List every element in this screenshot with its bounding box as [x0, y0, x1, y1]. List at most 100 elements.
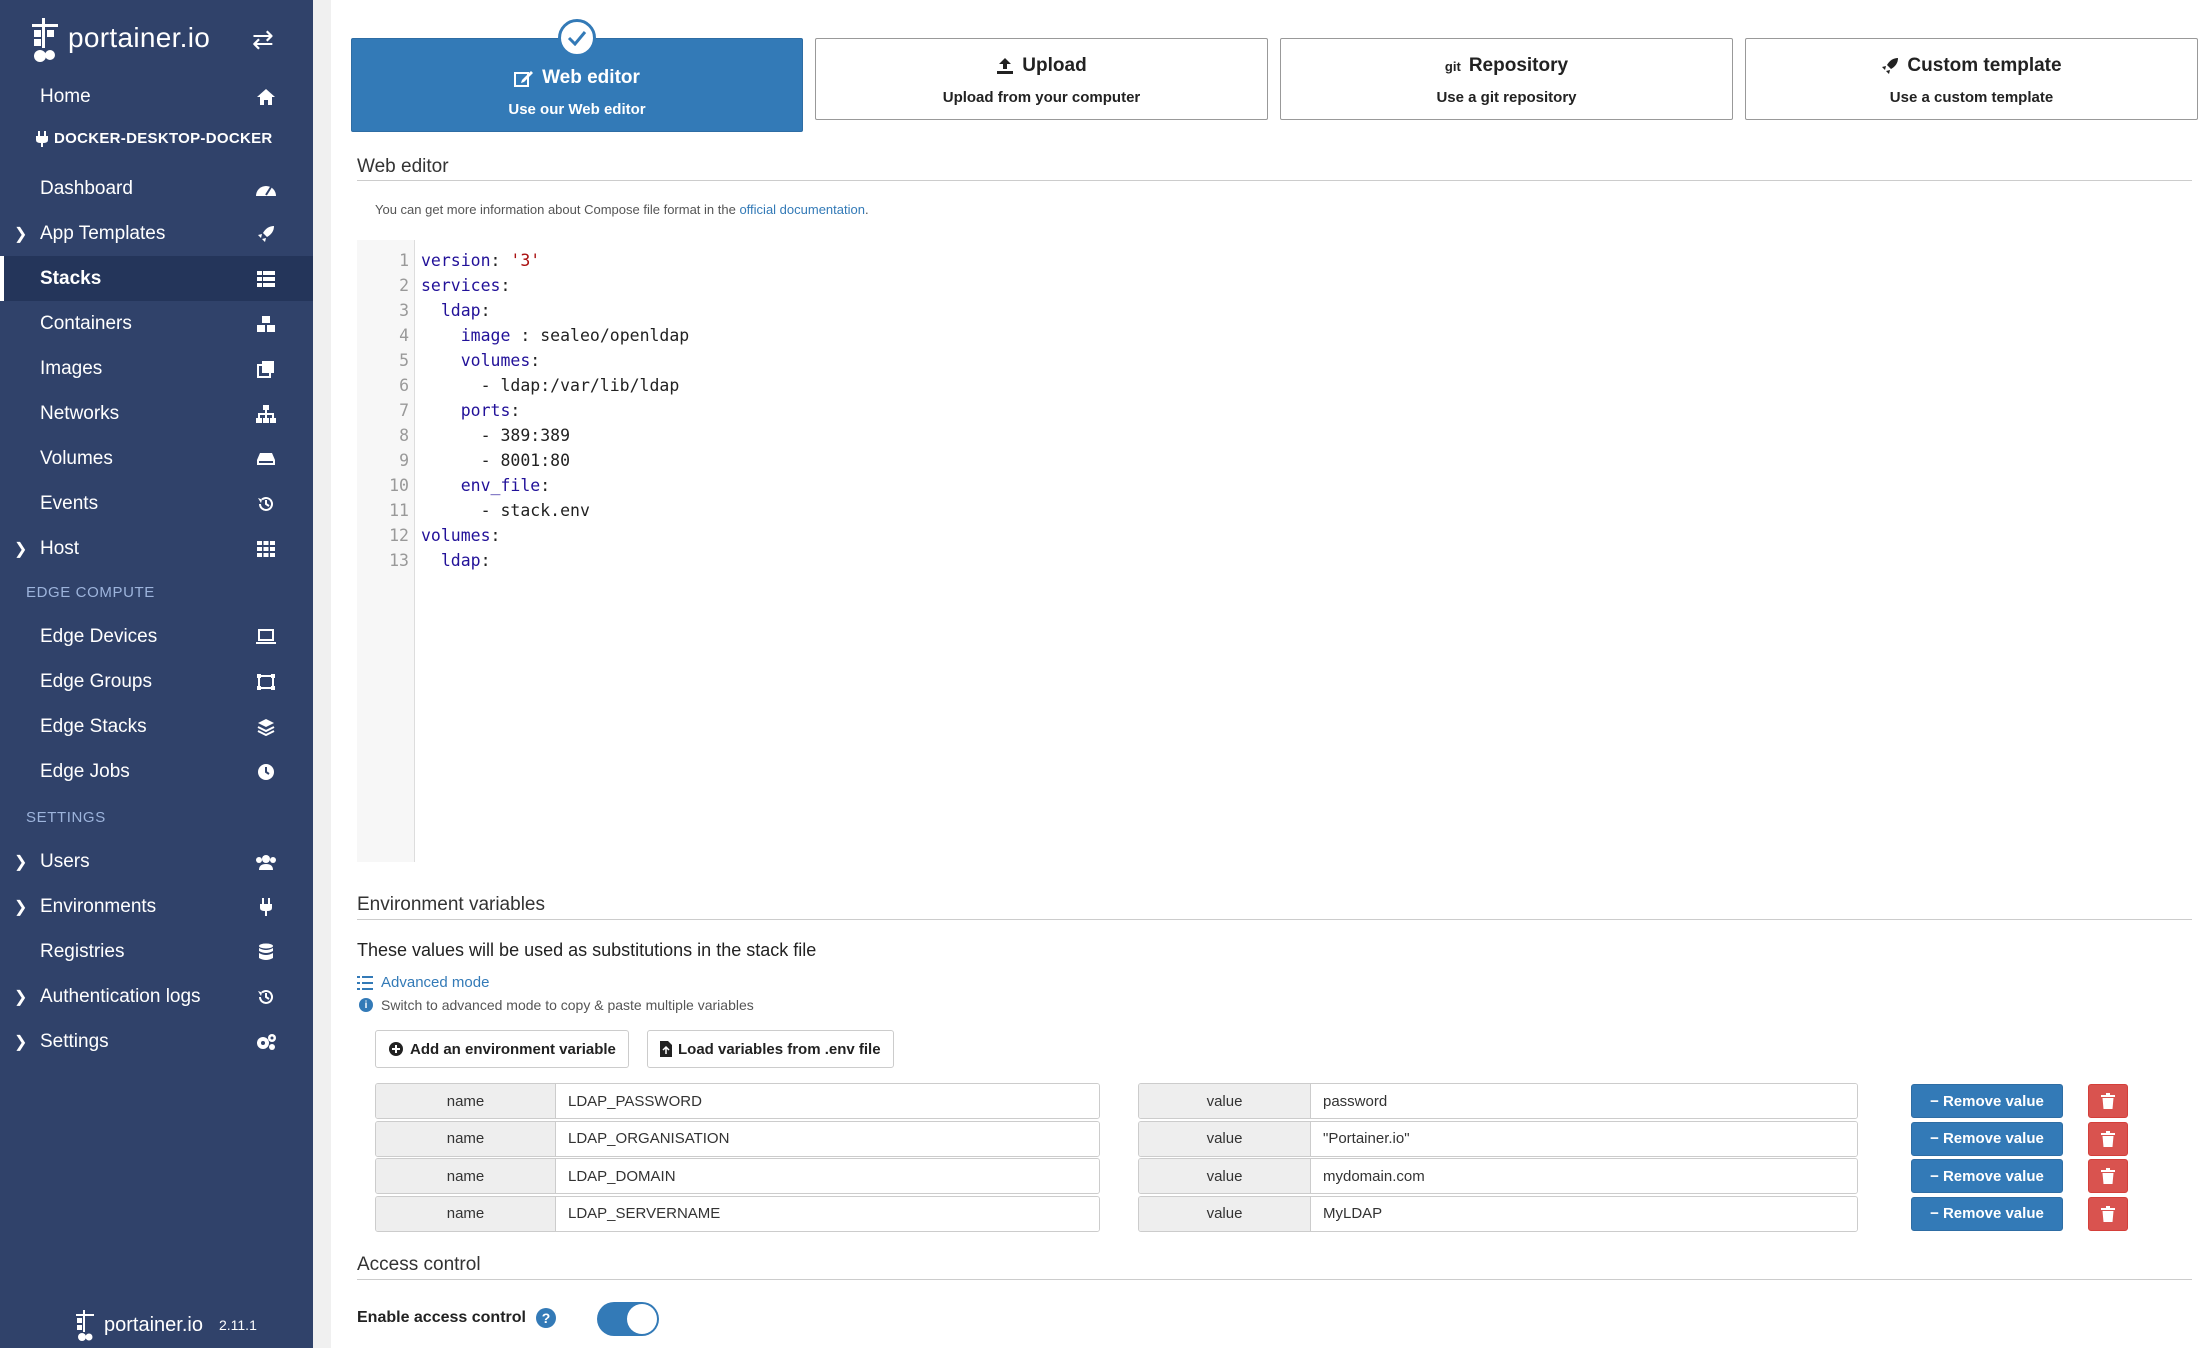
sidebar-item-label: Environments — [40, 895, 157, 917]
object-group-icon — [255, 671, 277, 693]
plug-icon — [36, 130, 48, 147]
divider — [357, 919, 2192, 920]
endpoint-label: DOCKER-DESKTOP-DOCKER — [54, 130, 273, 147]
sidebar-item-settings[interactable]: ❯ Settings — [0, 1019, 313, 1064]
chevron-right-icon: ❯ — [14, 225, 28, 243]
minus-icon: − — [1930, 1205, 1939, 1222]
sidebar-item-label: Edge Jobs — [40, 760, 130, 782]
method-web-editor[interactable]: Web editor Use our Web editor — [351, 19, 803, 132]
env-name-input[interactable]: LDAP_SERVERNAME — [556, 1196, 1099, 1231]
env-value-input[interactable]: password — [1311, 1084, 1857, 1118]
code-text: env_file: — [460, 476, 551, 495]
sidebar-item-edge-stacks[interactable]: Edge Stacks — [0, 704, 313, 749]
code-line: 2 services: — [357, 273, 2157, 298]
env-name-input[interactable]: LDAP_PASSWORD — [556, 1084, 1099, 1118]
value-addon: value — [1139, 1121, 1311, 1156]
access-control-section-title: Access control — [357, 1254, 481, 1275]
line-number: 5 — [399, 351, 409, 370]
method-title: Custom template — [1907, 55, 2062, 76]
method-repository[interactable]: git Repository Use a git repository — [1280, 38, 1733, 120]
sidebar-item-images[interactable]: Images — [0, 346, 313, 391]
code-line: 5 volumes: — [357, 348, 2157, 373]
env-section-title: Environment variables — [357, 894, 545, 915]
method-custom-template[interactable]: Custom template Use a custom template — [1745, 38, 2198, 120]
sidebar-item-registries[interactable]: Registries — [0, 929, 313, 974]
sidebar-item-volumes[interactable]: Volumes — [0, 436, 313, 481]
env-value-group: value mydomain.com — [1138, 1158, 1858, 1194]
env-value-input[interactable]: mydomain.com — [1311, 1159, 1857, 1193]
code-editor[interactable]: 1 version: '3' 2 services: 3 ldap: 4 image : … — [357, 240, 2192, 862]
sidebar-item-networks[interactable]: Networks — [0, 391, 313, 436]
hint-suffix: . — [864, 202, 869, 217]
sidebar-item-edge-jobs[interactable]: Edge Jobs — [0, 749, 313, 794]
th-list-icon — [255, 268, 277, 290]
sidebar-toggle-icon[interactable]: ⇄ — [252, 24, 274, 55]
question-circle-icon[interactable]: ? — [535, 1308, 556, 1328]
portainer-crane-icon — [76, 1310, 94, 1341]
advanced-mode-link[interactable]: Advanced mode — [357, 974, 489, 991]
code-line: 13 ldap: — [357, 548, 2157, 573]
trash-icon — [2101, 1130, 2115, 1147]
chevron-right-icon: ❯ — [14, 898, 28, 916]
sidebar-item-stacks[interactable]: Stacks — [0, 256, 313, 301]
upload-icon — [997, 58, 1014, 74]
sidebar-item-users[interactable]: ❯ Users — [0, 839, 313, 884]
line-number: 11 — [389, 501, 409, 520]
sidebar-item-host[interactable]: ❯ Host — [0, 526, 313, 571]
sidebar-item-label: Containers — [40, 312, 132, 334]
code-text: ldap: — [440, 301, 491, 320]
chevron-right-icon: ❯ — [14, 540, 28, 558]
edit-icon — [514, 71, 534, 87]
sidebar-item-label: Networks — [40, 402, 120, 424]
add-env-variable-button[interactable]: Add an environment variable — [375, 1030, 629, 1068]
toggle-knob — [627, 1304, 657, 1334]
sidebar-item-app-templates[interactable]: ❯ App Templates — [0, 211, 313, 256]
remove-value-button[interactable]: − Remove value — [1911, 1196, 2063, 1231]
sidebar-item-edge-devices[interactable]: Edge Devices — [0, 614, 313, 659]
remove-value-button[interactable]: − Remove value — [1911, 1084, 2063, 1118]
delete-variable-button[interactable] — [2088, 1084, 2128, 1118]
code-line: 1 version: '3' — [357, 248, 2157, 273]
code-text: image : sealeo/openldap — [460, 326, 690, 345]
sidebar-item-containers[interactable]: Containers — [0, 301, 313, 346]
sidebar-item-label: Authentication logs — [40, 985, 201, 1007]
th-icon — [255, 538, 277, 560]
method-subtitle: Use a custom template — [1889, 89, 2054, 106]
env-name-input[interactable]: LDAP_ORGANISATION — [556, 1121, 1099, 1156]
delete-variable-button[interactable] — [2088, 1159, 2128, 1193]
remove-value-button[interactable]: − Remove value — [1911, 1121, 2063, 1156]
sidebar-item-label: Edge Stacks — [40, 715, 147, 737]
list-icon — [357, 975, 373, 990]
line-number: 8 — [399, 426, 409, 445]
method-upload[interactable]: Upload Upload from your computer — [815, 38, 1268, 120]
sidebar-item-events[interactable]: Events — [0, 481, 313, 526]
add-env-variable-label: Add an environment variable — [410, 1040, 616, 1058]
file-upload-icon — [660, 1041, 672, 1057]
load-env-file-button[interactable]: Load variables from .env file — [647, 1030, 894, 1068]
sidebar-item-authentication-logs[interactable]: ❯ Authentication logs — [0, 974, 313, 1019]
sidebar-item-edge-groups[interactable]: Edge Groups — [0, 659, 313, 704]
minus-icon: − — [1930, 1167, 1939, 1185]
sidebar-item-label: Settings — [40, 1030, 109, 1052]
sidebar-item-environments[interactable]: ❯ Environments — [0, 884, 313, 929]
sidebar-item-label: Edge Devices — [40, 625, 158, 647]
name-addon: name — [376, 1084, 556, 1118]
env-name-group: name LDAP_SERVERNAME — [375, 1195, 1100, 1232]
value-addon: value — [1139, 1196, 1311, 1231]
sidebar-item-label: Registries — [40, 940, 125, 962]
compose-hint: You can get more information about Compo… — [375, 202, 869, 217]
sidebar-item-dashboard[interactable]: Dashboard — [0, 166, 313, 211]
sidebar-item-home[interactable]: Home — [0, 74, 313, 119]
delete-variable-button[interactable] — [2088, 1196, 2128, 1231]
portainer-logo[interactable]: portainer.io — [28, 8, 210, 68]
delete-variable-button[interactable] — [2088, 1121, 2128, 1156]
env-name-input[interactable]: LDAP_DOMAIN — [556, 1159, 1099, 1193]
access-control-toggle[interactable] — [597, 1302, 659, 1336]
remove-value-button[interactable]: − Remove value — [1911, 1159, 2063, 1193]
sitemap-icon — [255, 403, 277, 425]
line-number: 13 — [389, 551, 409, 570]
section-edge-compute: EDGE COMPUTE — [26, 584, 155, 601]
official-documentation-link[interactable]: official documentation — [739, 202, 865, 217]
env-value-input[interactable]: MyLDAP — [1311, 1196, 1857, 1231]
env-value-input[interactable]: "Portainer.io" — [1311, 1121, 1857, 1156]
